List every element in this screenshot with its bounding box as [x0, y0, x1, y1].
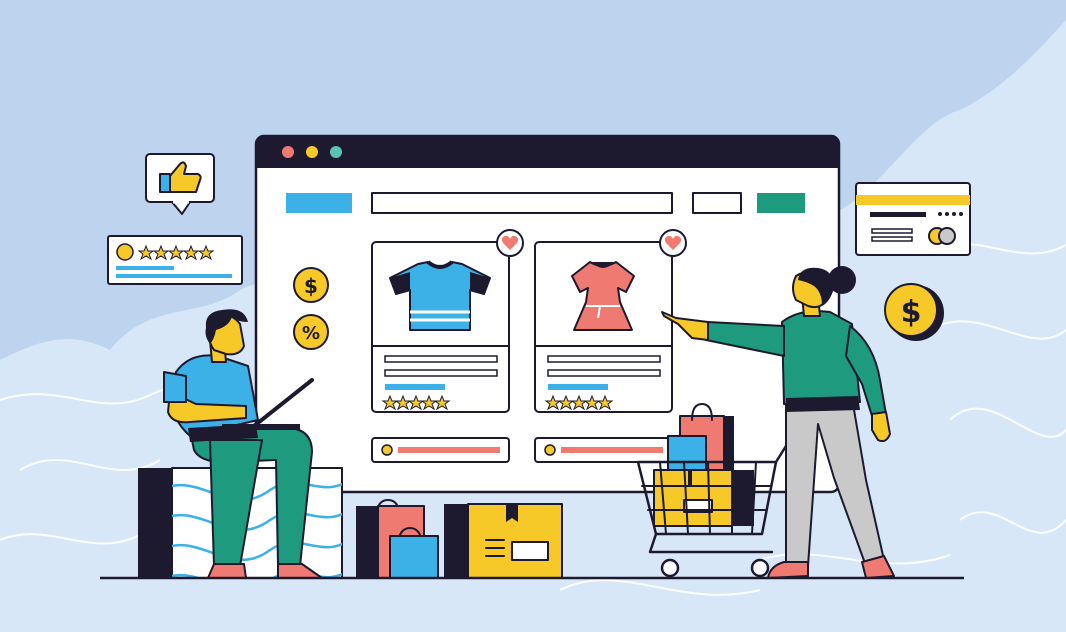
product-card-tshirt — [371, 229, 524, 413]
window-minimize-dot — [306, 146, 318, 158]
left-shoe — [207, 563, 247, 579]
window-close-dot — [282, 146, 294, 158]
percent-coin-icon: % — [293, 314, 329, 350]
percent-symbol: % — [302, 323, 320, 344]
dollar-symbol: $ — [304, 274, 318, 298]
menu-button — [692, 192, 742, 214]
cart-button — [757, 193, 805, 213]
shopping-bag-icon — [389, 535, 439, 579]
woman-hair-bun — [828, 266, 856, 294]
large-dollar-symbol: $ — [901, 295, 922, 330]
window-maximize-dot — [330, 146, 342, 158]
shopping-bag-icon — [356, 506, 378, 578]
product-card-dress — [534, 229, 687, 413]
package-box-icon — [444, 503, 563, 579]
illustration-canvas: $ % $ — [0, 0, 1066, 632]
add-to-cart-bar-2 — [534, 437, 673, 463]
add-to-cart-bar-1 — [371, 437, 510, 463]
logo-block — [286, 193, 352, 213]
ecommerce-illustration: $ % $ — [0, 0, 1066, 632]
credit-card-icon — [855, 182, 971, 256]
dollar-coin-icon: $ — [293, 267, 329, 303]
search-bar — [371, 192, 673, 214]
reviewer-avatar — [116, 243, 134, 261]
review-card — [107, 235, 243, 285]
thumbs-up-icon — [159, 173, 171, 193]
